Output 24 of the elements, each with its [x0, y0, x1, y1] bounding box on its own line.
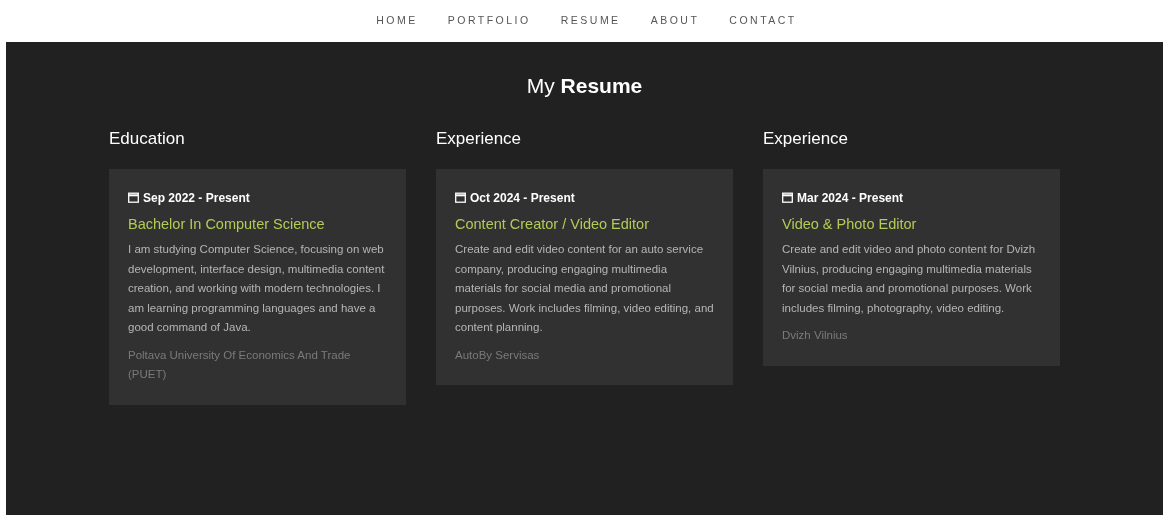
- column-heading: Experience: [436, 127, 523, 150]
- date-range: Mar 2024 - Present: [797, 189, 904, 207]
- description: Create and edit video content for an auto service company, producing engaging multimedia materials for social media and promotional purposes. Work includes filming, video editing, and content planning.: [455, 242, 714, 336]
- date-range: Oct 2024 - Present: [470, 189, 575, 207]
- role-title: Content Creator / Video Editor: [455, 214, 650, 234]
- role-title: Video & Photo Editor: [782, 214, 918, 234]
- column-heading: Education: [109, 127, 186, 150]
- role-title: Bachelor In Computer Science: [128, 214, 326, 234]
- section-title: My Resume: [526, 73, 643, 99]
- nav-link[interactable]: HOME: [376, 13, 418, 29]
- calendar-icon: [455, 192, 466, 203]
- date-range: Sep 2022 - Present: [143, 189, 250, 207]
- organization-name: AutoBy Servisas: [455, 347, 541, 363]
- organization-name: Dvizh Vilnius: [782, 328, 849, 344]
- nav-link[interactable]: ABOUT: [650, 13, 700, 29]
- nav-link[interactable]: CONTACT: [729, 13, 797, 29]
- description: I am studying Computer Science, focusing on web development, interface design, multimedia content creation, and working with modern technologies. I am learning programming languages and have a good command of Java.: [128, 242, 386, 336]
- nav-link[interactable]: RESUME: [560, 13, 621, 29]
- column-heading: Experience: [763, 127, 850, 150]
- calendar-icon: [128, 192, 139, 203]
- organization-name: Poltava University Of Economics And Trade (PUET): [128, 347, 352, 383]
- description: Create and edit video and photo content for Dvizh Vilnius, producing engaging multimedia materials for social media and promotional purposes. Work includes filming, photography, video editing.: [782, 242, 1037, 316]
- nav-link[interactable]: PORTFOLIO: [447, 13, 531, 29]
- calendar-icon: [782, 192, 793, 203]
